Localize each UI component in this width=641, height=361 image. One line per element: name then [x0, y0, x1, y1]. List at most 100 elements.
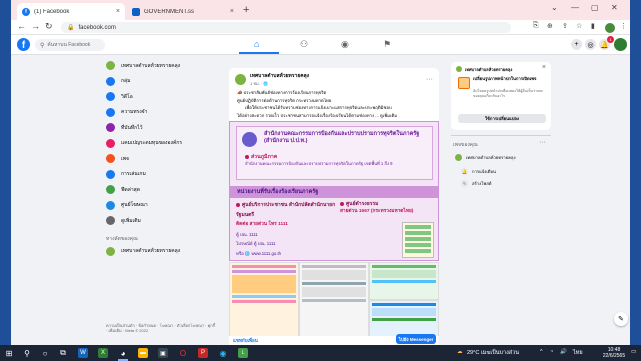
input-language[interactable]: ไทย: [573, 349, 583, 357]
bookmark-star-icon[interactable]: ☆: [576, 22, 582, 30]
collage-image-1[interactable]: [229, 262, 299, 337]
more-icon: [106, 216, 115, 226]
bell-icon: 🔔: [461, 168, 468, 175]
zoom-icon[interactable]: ⊕: [547, 22, 553, 30]
file-explorer-icon[interactable]: ▬: [138, 348, 148, 358]
your-page-name: เทศบาลตำบลห้วยทรายคลุง: [466, 155, 516, 160]
tab-facebook[interactable]: f (1) Facebook ×: [17, 3, 125, 20]
menu-kebab-icon[interactable]: ⋮: [620, 22, 627, 30]
page-notifications-item[interactable]: 🔔 การแจ้งเตือน: [461, 168, 496, 175]
close-window-button[interactable]: ✕: [611, 3, 618, 12]
tab-search-icon[interactable]: ⌄: [551, 3, 558, 12]
app-taskbar-icon[interactable]: ▣: [158, 348, 168, 358]
create-post-item[interactable]: ✎ สร้างโพสต์: [461, 180, 492, 187]
post-author-avatar[interactable]: [235, 74, 246, 85]
line-taskbar-icon[interactable]: L: [238, 348, 248, 358]
profile-avatar[interactable]: [605, 23, 615, 33]
pages-options-icon[interactable]: ···: [539, 139, 546, 146]
promo-left-line: ไปรษณีย์ ตู้ ปณ. 1111: [236, 241, 276, 246]
ads-icon: [106, 200, 115, 210]
sidebar-item[interactable]: ดูเพิ่มเติม: [106, 213, 221, 229]
tab-label: GOVERNMENT.ss: [144, 8, 195, 15]
close-tab-icon[interactable]: ×: [230, 8, 234, 15]
tray-chevron-icon[interactable]: ^: [540, 349, 543, 355]
facebook-logo-icon[interactable]: f: [17, 38, 30, 51]
app-taskbar-icon[interactable]: X: [98, 348, 108, 358]
groups-nav-icon[interactable]: ⚇: [300, 39, 308, 50]
feed-icon: [106, 185, 115, 195]
back-button[interactable]: ←: [17, 21, 26, 31]
opera-taskbar-icon[interactable]: O: [178, 348, 188, 358]
sidebar-item[interactable]: วิดีโอ: [106, 89, 221, 105]
collage-image-3[interactable]: [369, 262, 439, 300]
apply-changes-button[interactable]: ใช้การเปลี่ยนแปลง: [458, 114, 546, 123]
chat-label[interactable]: แชทกับเพื่อน: [233, 337, 258, 344]
sidebar-item-label: ความทรงจำ: [121, 109, 148, 116]
sidebar-item[interactable]: กลุ่ม: [106, 74, 221, 90]
share-icon[interactable]: ⇪: [562, 22, 568, 30]
new-tab-button[interactable]: +: [243, 4, 249, 16]
shortcut-item[interactable]: เทศบาลตำบลห้วยทรายคลุง: [106, 244, 221, 260]
sidebar-item[interactable]: ที่บันทึกไว้: [106, 120, 221, 136]
collage-image-4[interactable]: [369, 300, 439, 337]
page-tip-title: เปลี่ยนรูปภาพหน้าปกในการเปิดเพจ: [473, 76, 537, 81]
app-taskbar-icon[interactable]: ◉: [218, 348, 228, 358]
post-text-line[interactable]: ได้อย่างสะดวก รวดเร็ว ประชาชนสามารถแจ้งเ…: [229, 112, 439, 120]
sidebar-item[interactable]: เพจ: [106, 151, 221, 167]
sidepanel-icon[interactable]: ▮: [591, 22, 595, 30]
translate-icon[interactable]: ⎘: [533, 22, 539, 30]
sidebar-footer[interactable]: ความเป็นส่วนตัว · ข้อกำหนด · โฆษณา · ตัว…: [106, 323, 216, 333]
sidebar-item[interactable]: แคมเปญระดมทุนขององค์กร: [106, 136, 221, 152]
post-author-name[interactable]: เทศบาลตำบลห้วยทรายคลุง: [250, 72, 309, 80]
network-icon[interactable]: ◔: [550, 349, 553, 355]
pages-nav-icon[interactable]: ⚑: [383, 39, 391, 50]
app-taskbar-icon[interactable]: P: [198, 348, 208, 358]
promo-left-line: ตู้ ปณ. 1111: [236, 231, 258, 237]
messenger-icon[interactable]: ◎: [585, 39, 596, 50]
page-notifications-label: การแจ้งเตือน: [472, 169, 496, 174]
facebook-search-input[interactable]: ⚲ ค้นหาบน Facebook: [35, 39, 105, 51]
notification-center-icon[interactable]: ▭: [631, 349, 636, 355]
create-button[interactable]: +: [571, 39, 582, 50]
sidebar-item[interactable]: ศูนย์โฆษณา: [106, 198, 221, 214]
sidebar-item[interactable]: การเล่นเกม: [106, 167, 221, 183]
system-clock[interactable]: 10:48 22/6/2565: [597, 347, 631, 359]
tab-government[interactable]: GOVERNMENT.ss ×: [127, 3, 239, 20]
sidebar-item[interactable]: ความทรงจำ: [106, 105, 221, 121]
sidebar-item-label: ดูเพิ่มเติม: [121, 217, 141, 224]
watch-nav-icon[interactable]: ◉: [341, 39, 349, 50]
weather-text[interactable]: 29°C เมฆเป็นบางส่วน: [467, 349, 519, 357]
account-avatar[interactable]: [614, 38, 627, 51]
app-taskbar-icon[interactable]: W: [78, 348, 88, 358]
new-message-icon[interactable]: ✎: [614, 312, 628, 326]
fundraiser-icon: [106, 138, 115, 148]
sidebar-item-label: ศูนย์โฆษณา: [121, 202, 148, 209]
search-icon: ⚲: [40, 42, 45, 49]
taskbar-search-icon[interactable]: ⚲: [22, 348, 32, 358]
promo-band: หน่วยงานที่รับเรื่องร้องเรียนภาครัฐ: [230, 186, 439, 198]
chrome-taskbar-icon[interactable]: ◕: [118, 348, 128, 358]
maximize-button[interactable]: ▢: [591, 3, 599, 12]
windows-start-icon[interactable]: ⊞: [4, 348, 14, 358]
close-card-icon[interactable]: ×: [542, 64, 546, 71]
forward-button[interactable]: →: [31, 21, 40, 31]
volume-icon[interactable]: 🔊: [560, 349, 567, 355]
page-tip-page-name[interactable]: เทศบาลตำบลห้วยทรายคลุง: [465, 66, 512, 73]
collage-image-2[interactable]: [299, 262, 369, 337]
post-options-icon[interactable]: ···: [426, 76, 433, 83]
close-tab-icon[interactable]: ×: [116, 8, 120, 15]
sidebar-item[interactable]: ฟีดล่าสุด: [106, 182, 221, 198]
post-image-collage[interactable]: [229, 262, 439, 337]
cortana-icon[interactable]: ○: [40, 348, 50, 358]
sidebar-item-label: แคมเปญระดมทุนขององค์กร: [121, 140, 182, 147]
sidebar-item[interactable]: เทศบาลตำบลห้วยทรายคลุง: [106, 58, 221, 74]
reload-button[interactable]: ↻: [45, 21, 53, 32]
minimize-button[interactable]: —: [571, 3, 579, 12]
post-image-infographic[interactable]: สำนักงานคณะกรรมการป้องกันและปราบปรามการท…: [229, 121, 439, 261]
desktop-left-edge: [0, 0, 11, 345]
your-page-item[interactable]: เทศบาลตำบลห้วยทรายคลุง: [455, 154, 516, 161]
home-icon[interactable]: ⌂: [254, 39, 259, 49]
go-to-messenger-button[interactable]: ไปยัง Messenger: [396, 334, 436, 344]
address-bar[interactable]: 🔒 facebook.com: [61, 22, 511, 33]
task-view-icon[interactable]: ⧉: [58, 348, 68, 358]
